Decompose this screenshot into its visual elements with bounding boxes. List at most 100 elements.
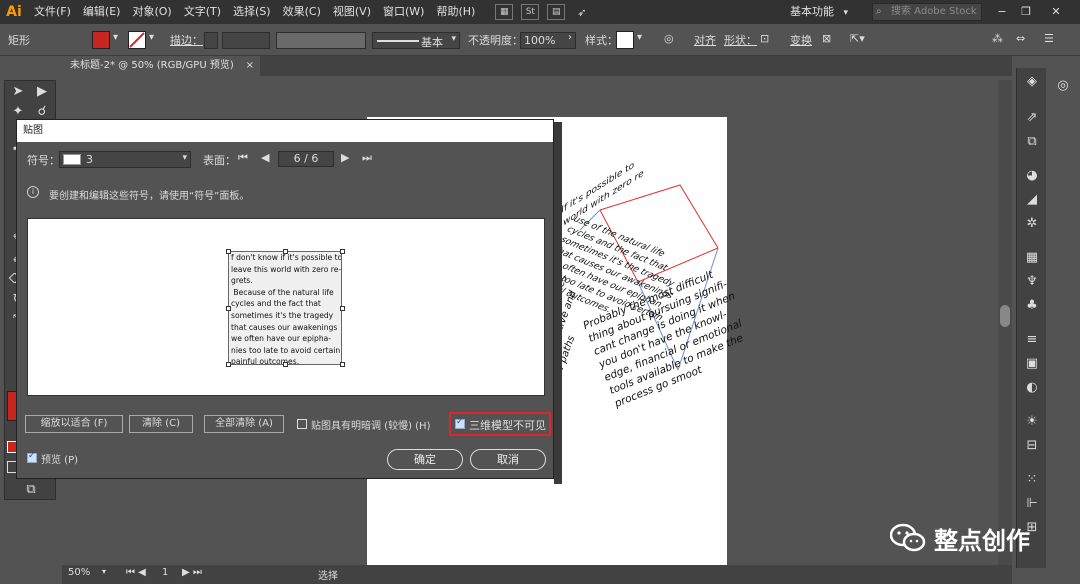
stroke-label[interactable]: 描边： (170, 32, 203, 48)
menu-file[interactable]: 文件(F) (28, 0, 77, 24)
stroke-weight-field[interactable] (222, 32, 270, 49)
arrange-documents-icon[interactable]: ▤ (547, 4, 566, 20)
shape-link[interactable]: 形状： (724, 32, 757, 48)
image-trace-icon[interactable]: ⊟ (1021, 436, 1043, 456)
prev-artboard-icon[interactable]: ⏮ ◀ (126, 567, 146, 578)
invisible-geometry-label[interactable]: 三维模型不可见 (469, 417, 546, 433)
close-window-button[interactable]: ✕ (1046, 3, 1066, 21)
align-panel-icon[interactable]: ⁙ (1021, 470, 1043, 490)
bounding-handle[interactable] (283, 362, 288, 367)
chevron-right-icon[interactable]: › (568, 32, 572, 43)
selection-tool-icon[interactable]: ➤ (8, 83, 28, 101)
shade-artwork-checkbox[interactable] (297, 419, 307, 429)
vertical-scrollbar[interactable] (998, 80, 1012, 565)
stock-icon[interactable]: St (521, 4, 540, 20)
layers-icon[interactable]: ◈ (1021, 72, 1043, 92)
menu-window[interactable]: 窗口(W) (377, 0, 430, 24)
3d-cube-artwork[interactable]: If it's possible to world with zero re u… (515, 160, 745, 420)
isolate-icon[interactable]: ⊠ (822, 32, 831, 45)
stroke-weight-stepper[interactable] (204, 32, 218, 49)
chevron-down-icon[interactable]: ▾ (637, 32, 642, 43)
bounding-handle[interactable] (340, 249, 345, 254)
bounding-handle[interactable] (283, 249, 288, 254)
workspace-label: 基本功能 (790, 5, 834, 18)
libraries-icon[interactable]: ◎ (1052, 76, 1074, 96)
opacity-label[interactable]: 不透明度： (468, 32, 523, 48)
panel-menu-icon[interactable]: ⇔ (1016, 32, 1025, 45)
document-tab[interactable]: 未标题-2* @ 50% (RGB/GPU 预览) × (62, 56, 260, 76)
transparency-icon[interactable]: ▣ (1021, 354, 1043, 374)
symbols-icon[interactable]: ♣ (1021, 296, 1043, 316)
bounding-handle[interactable] (226, 306, 231, 311)
next-surface-icon[interactable]: ▶ (341, 151, 349, 164)
gpu-rocket-icon[interactable]: ➶ (577, 6, 586, 19)
artboard-number[interactable]: 1 (162, 567, 168, 578)
bounding-handle[interactable] (340, 362, 345, 367)
clear-button[interactable]: 清除 (C) (129, 415, 193, 433)
bounding-handle[interactable] (226, 362, 231, 367)
shape-properties-icon[interactable]: ⊡ (760, 32, 769, 45)
appearance-icon[interactable]: ◐ (1021, 378, 1043, 398)
preview-label[interactable]: 预览 (P) (41, 451, 78, 466)
first-surface-icon[interactable]: ⏮ (238, 151, 248, 165)
surface-preview[interactable]: f don't know if it's possible to leave t… (27, 218, 545, 396)
more-options-icon[interactable]: ⇱▾ (850, 32, 865, 45)
scale-to-fit-button[interactable]: 缩放以适合 (F) (25, 415, 123, 433)
artboards-icon[interactable]: ⧉ (1021, 132, 1043, 152)
menu-type[interactable]: 文字(T) (178, 0, 227, 24)
variable-width-profile[interactable] (276, 32, 366, 49)
menu-effect[interactable]: 效果(C) (277, 0, 327, 24)
cancel-button[interactable]: 取消 (470, 449, 546, 470)
transform-link[interactable]: 变换 (790, 32, 812, 48)
next-artboard-icon[interactable]: ▶ ⏭ (182, 567, 202, 578)
panel-options-icon[interactable]: ☰ (1044, 32, 1054, 45)
restore-button[interactable]: ❐ (1016, 3, 1036, 21)
menu-object[interactable]: 对象(O) (126, 0, 177, 24)
mapped-symbol-art[interactable]: f don't know if it's possible to leave t… (228, 251, 342, 365)
recolor-icon[interactable]: ◎ (664, 32, 674, 45)
bridge-icon[interactable]: ▦ (495, 4, 514, 20)
ok-button[interactable]: 确定 (387, 449, 463, 470)
color-guide-icon[interactable]: ✲ (1021, 214, 1043, 234)
preview-checkbox[interactable] (27, 451, 37, 463)
arrange-icon[interactable]: ⁂ (992, 32, 1003, 45)
stroke-icon[interactable]: ≡ (1021, 330, 1043, 350)
zoom-level[interactable]: 50% (68, 567, 90, 578)
clear-all-button[interactable]: 全部清除 (A) (204, 415, 284, 433)
menu-edit[interactable]: 编辑(E) (77, 0, 127, 24)
fill-swatch[interactable] (92, 31, 110, 49)
prev-surface-icon[interactable]: ◀ (261, 151, 269, 164)
invisible-geometry-checkbox[interactable] (455, 417, 465, 429)
stock-search-input[interactable]: ⌕ 搜索 Adobe Stock (872, 3, 982, 21)
chevron-down-icon[interactable]: ▾ (102, 567, 106, 576)
bounding-handle[interactable] (226, 249, 231, 254)
close-tab-icon[interactable]: × (246, 56, 254, 76)
menu-select[interactable]: 选择(S) (227, 0, 277, 24)
gradient-icon[interactable]: ◢ (1021, 190, 1043, 210)
brush-definition-select[interactable]: 基本 ▾ (372, 32, 460, 49)
pathfinder-icon[interactable]: ⊩ (1021, 494, 1043, 514)
align-link[interactable]: 对齐 (694, 32, 716, 48)
direct-selection-tool-icon[interactable]: ▶ (32, 83, 52, 101)
swatches-icon[interactable]: ▦ (1021, 248, 1043, 268)
stroke-line-preview (377, 40, 419, 42)
menu-view[interactable]: 视图(V) (327, 0, 377, 24)
screen-mode-icon[interactable]: ⧉ (21, 481, 41, 499)
menu-help[interactable]: 帮助(H) (430, 0, 481, 24)
shade-artwork-label[interactable]: 贴图具有明暗调 (较慢) (H) (311, 417, 430, 432)
stroke-swatch[interactable] (128, 31, 146, 49)
chevron-down-icon[interactable]: ▾ (149, 32, 154, 43)
graphic-styles-icon[interactable]: ☀ (1021, 412, 1043, 432)
last-surface-icon[interactable]: ⏭ (362, 151, 372, 165)
chevron-down-icon[interactable]: ▾ (113, 32, 118, 43)
brushes-icon[interactable]: ♆ (1021, 272, 1043, 292)
scrollbar-thumb[interactable] (1000, 305, 1010, 327)
bounding-handle[interactable] (340, 306, 345, 311)
symbol-select[interactable]: 3 ▾ (59, 151, 191, 168)
graphic-style-swatch[interactable] (616, 31, 634, 49)
surface-field[interactable]: 6 / 6 (278, 151, 334, 167)
export-icon[interactable]: ⇗ (1021, 108, 1043, 128)
color-icon[interactable]: ◕ (1021, 166, 1043, 186)
workspace-switcher[interactable]: 基本功能 ▾ (790, 3, 848, 19)
minimize-button[interactable]: − (992, 3, 1012, 21)
